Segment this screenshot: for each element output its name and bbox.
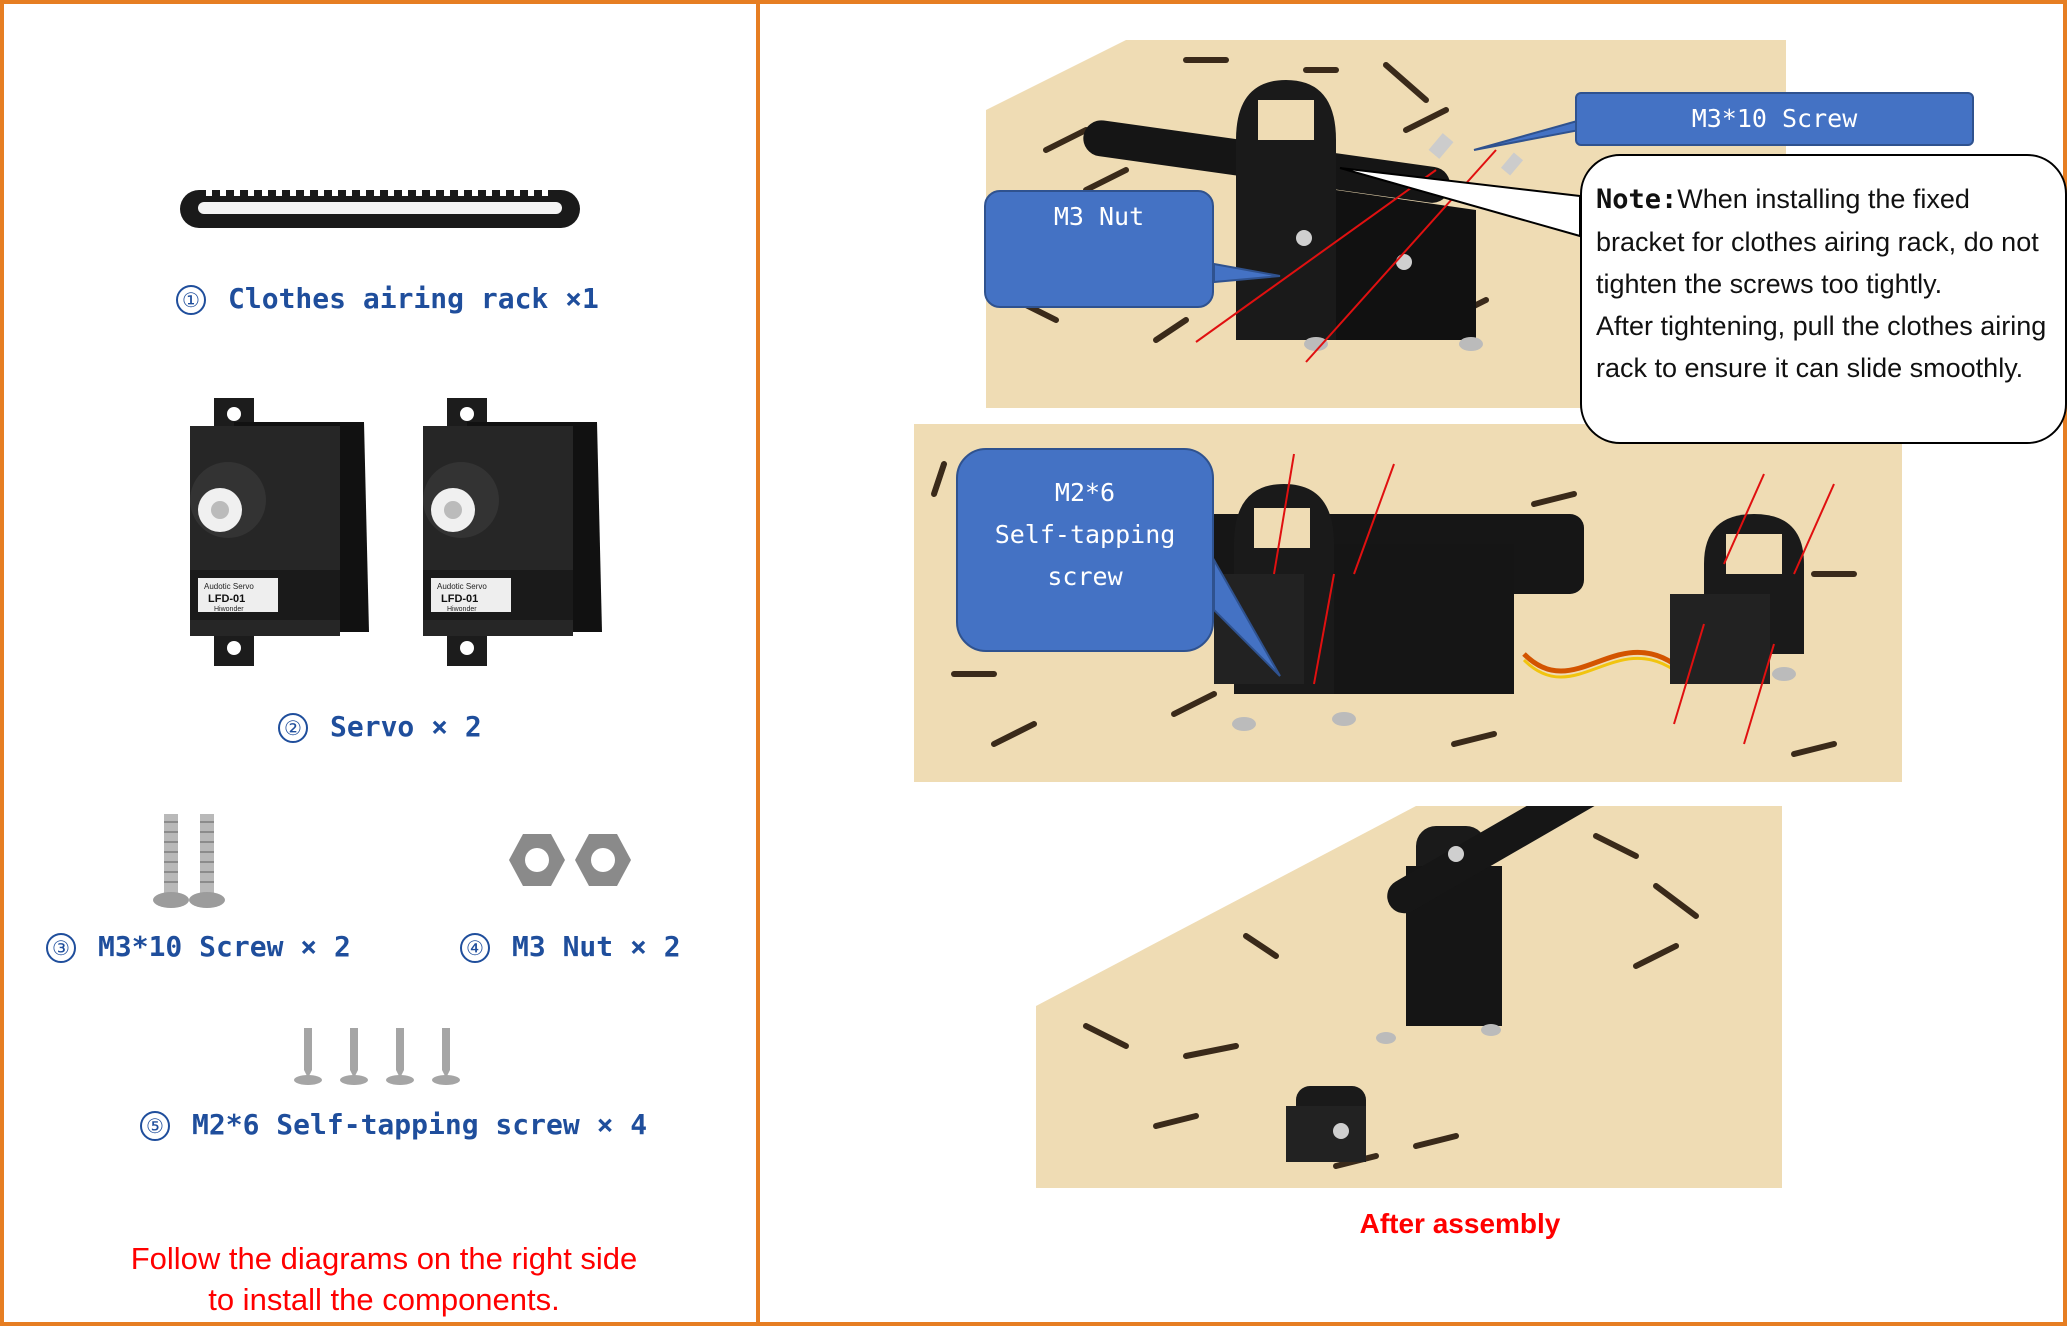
instruction-page: ① Clothes airing rack ×1 Audotic Servo LF… — [0, 0, 2067, 1326]
callout-m2-self-tapping-screw: M2*6 Self-tapping screw — [956, 448, 1214, 652]
callout-m3-nut: M3 Nut — [984, 190, 1214, 308]
callout-m3-screw: M3*10 Screw — [1575, 92, 1974, 146]
note-label: Note: — [1596, 184, 1678, 215]
installation-note: Note:When installing the fixed bracket f… — [1580, 154, 2067, 444]
